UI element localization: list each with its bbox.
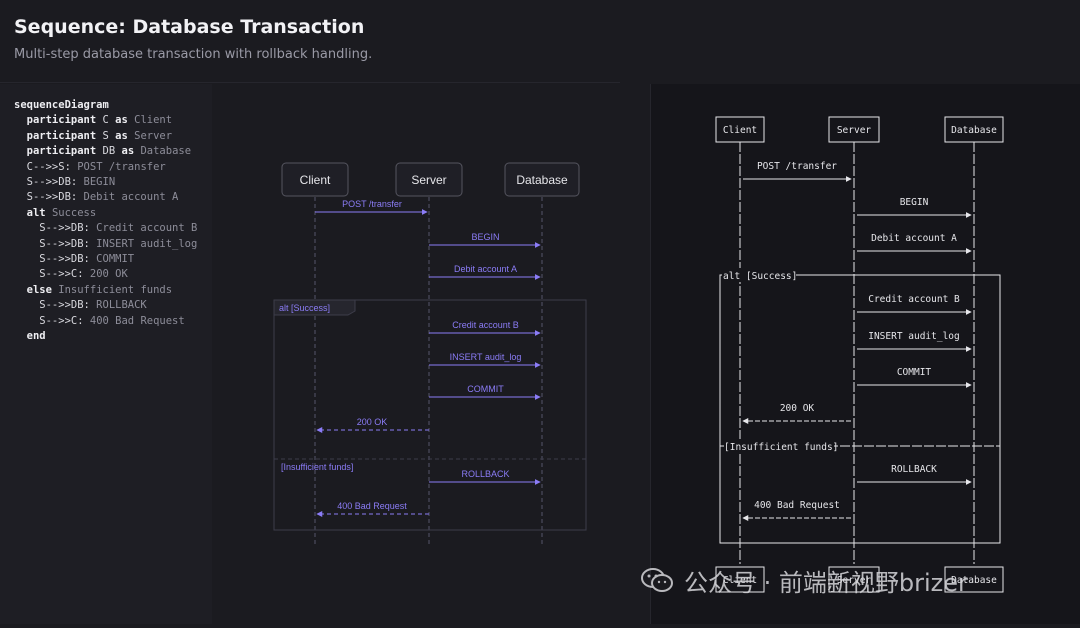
code-token: participant [14, 145, 103, 158]
watermark-text: 公众号 · 前端新视野brizer [684, 568, 968, 597]
code-token: C-->>S: [14, 160, 71, 173]
code-token: S-->>DB: [14, 253, 90, 266]
code-line: S-->>DB: Debit account A [14, 190, 212, 205]
code-token: as [115, 145, 141, 158]
code-line: participant S as Server [14, 129, 212, 144]
code-token: ROLLBACK [89, 299, 147, 312]
ascii-else-label: [Insufficient funds] [724, 442, 838, 453]
code-line: S-->>DB: ROLLBACK [14, 298, 212, 313]
code-token: participant [14, 129, 103, 142]
code-token: alt [14, 206, 52, 219]
code-token: sequenceDiagram [14, 99, 109, 111]
message-label: 200 OK [357, 417, 388, 427]
ascii-message-label: 400 Bad Request [754, 500, 840, 511]
code-token: BEGIN [77, 176, 116, 189]
message-label: ROLLBACK [461, 469, 509, 479]
ascii-message-label: POST /transfer [757, 161, 837, 172]
ascii-preview: Client Client Server Server Database Database… [650, 84, 1080, 624]
code-line: S-->>DB: BEGIN [14, 175, 212, 190]
code-token: 400 Bad Request [83, 314, 185, 327]
code-line: end [14, 329, 212, 344]
code-token: S-->>DB: [14, 299, 90, 312]
participant-label-database: Database [516, 173, 568, 187]
ascii-message-label: 200 OK [780, 403, 815, 414]
else-label: [Insufficient funds] [281, 462, 353, 472]
code-token: end [14, 330, 46, 343]
ascii-message-label: Credit account B [868, 294, 960, 305]
code-line: participant C as Client [14, 113, 212, 128]
code-token: INSERT audit_log [89, 237, 198, 250]
code-editor[interactable]: sequenceDiagram participant C as Client … [0, 84, 212, 624]
ascii-sequence-diagram: ClientClientServerServerDatabaseDatabase… [715, 116, 1004, 593]
code-token: S-->>DB: [14, 176, 78, 189]
code-token: S-->>C: [14, 268, 84, 281]
code-token: else [14, 283, 59, 296]
code-token: Success [51, 206, 97, 219]
code-token: Insufficient funds [58, 283, 173, 296]
code-line: S-->>C: 200 OK [14, 267, 212, 282]
message-label: POST /transfer [342, 199, 402, 209]
code-token: DB [102, 145, 116, 158]
code-token: 200 OK [83, 268, 128, 281]
message-label: BEGIN [471, 232, 499, 242]
code-token: Debit account A [77, 191, 179, 204]
code-line: C-->>S: POST /transfer [14, 160, 212, 175]
code-token: S-->>DB: [14, 237, 90, 250]
message-label: INSERT audit_log [450, 352, 522, 362]
code-line: alt Success [14, 206, 212, 221]
code-token: S-->>DB: [14, 222, 90, 235]
ascii-alt-label: alt [Success] [723, 271, 797, 282]
code-token: Database [140, 145, 192, 158]
code-token: as [108, 129, 135, 142]
message-label: COMMIT [467, 384, 504, 394]
code-line: participant DB as Database [14, 144, 212, 159]
header: Sequence: Database Transaction Multi-ste… [0, 0, 620, 83]
ascii-message-label: ROLLBACK [891, 464, 937, 475]
message-label: Credit account B [452, 320, 519, 330]
code-line: S-->>DB: Credit account B [14, 221, 212, 236]
ascii-message-label: Debit account A [871, 233, 957, 244]
code-token: POST /transfer [70, 160, 166, 173]
message-label: Debit account A [454, 264, 517, 274]
participant-label-server: Server [411, 173, 446, 187]
page-subtitle: Multi-step database transaction with rol… [14, 47, 373, 62]
sequence-diagram-svg: Client Server Database alt [Success] [Insuff… [273, 162, 587, 546]
mermaid-source[interactable]: sequenceDiagram participant C as Client … [0, 84, 212, 345]
ascii-participant-label-client: Client [723, 125, 757, 136]
code-line: sequenceDiagram [14, 98, 212, 113]
code-token: participant [14, 114, 103, 127]
watermark: 公众号 · 前端新视野brizer [640, 562, 1080, 598]
code-token: Server [134, 129, 173, 142]
participant-label-client: Client [300, 173, 331, 187]
code-token: S-->>DB: [14, 191, 78, 204]
code-line: S-->>C: 400 Bad Request [14, 314, 212, 329]
page-title: Sequence: Database Transaction [14, 16, 365, 38]
code-line: S-->>DB: COMMIT [14, 252, 212, 267]
alt-fragment [273, 299, 587, 531]
ascii-message-label: INSERT audit_log [868, 331, 960, 342]
code-token: Client [134, 114, 173, 127]
code-token: COMMIT [89, 253, 135, 266]
ascii-message-label: COMMIT [897, 367, 932, 378]
alt-label: alt [Success] [279, 303, 330, 313]
code-line: S-->>DB: INSERT audit_log [14, 237, 212, 252]
ascii-message-label: BEGIN [900, 197, 929, 208]
message-label: 400 Bad Request [337, 501, 407, 511]
ascii-participant-label-database: Database [951, 125, 997, 136]
ascii-participant-label-server: Server [837, 125, 872, 136]
code-token: S-->>C: [14, 314, 84, 327]
code-token: as [108, 114, 135, 127]
diagram-preview: Client Server Database alt [Success] [Insuff… [212, 84, 650, 624]
wechat-icon [641, 568, 673, 592]
code-line: else Insufficient funds [14, 283, 212, 298]
code-token: Credit account B [89, 222, 198, 235]
